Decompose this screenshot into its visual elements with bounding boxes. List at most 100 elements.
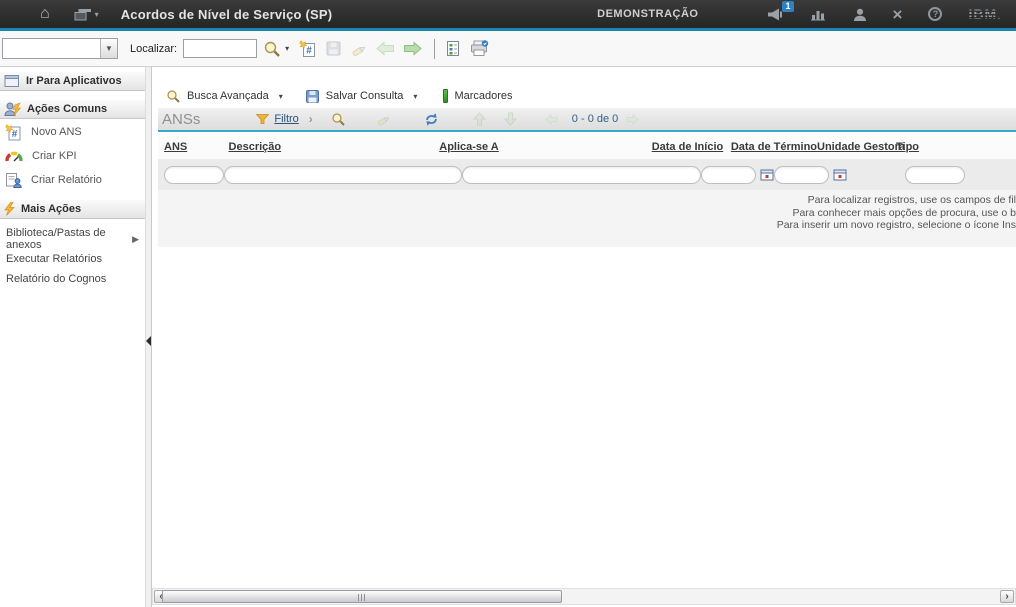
- stacked-windows-icon: [74, 8, 92, 21]
- sidebar-splitter[interactable]: [145, 67, 152, 607]
- filter-input-ans[interactable]: [164, 166, 224, 184]
- grid-search-button[interactable]: [331, 112, 346, 127]
- save-button[interactable]: [325, 40, 342, 57]
- save-query-label: Salvar Consulta: [326, 90, 404, 102]
- sidebar-header-label: Ir Para Aplicativos: [26, 75, 122, 87]
- filter-link-label: Filtro: [274, 113, 298, 125]
- chevron-down-icon: ▾: [95, 10, 99, 19]
- question-icon: ?: [928, 7, 942, 21]
- chevron-down-icon: ▾: [413, 92, 417, 101]
- filter-input-description[interactable]: [224, 166, 462, 184]
- help-button[interactable]: ?: [928, 7, 942, 21]
- new-record-button[interactable]: #: [299, 40, 317, 58]
- clear-changes-button[interactable]: [350, 41, 368, 57]
- calendar-icon[interactable]: [833, 168, 847, 181]
- sidebar-header-label: Mais Ações: [21, 203, 81, 215]
- table-header-row: ANS Descrição Aplica-se A Data de Início…: [158, 134, 1016, 159]
- filter-input-end-date[interactable]: [774, 166, 829, 184]
- sidebar: Ir Para Aplicativos Ações Comuns # Novo …: [0, 67, 145, 607]
- filter-toggle[interactable]: Filtro: [256, 113, 298, 125]
- filter-cell-type: [896, 166, 1016, 184]
- reports-list-button[interactable]: [445, 40, 461, 57]
- save-query-button[interactable]: Salvar Consulta ▾: [305, 89, 418, 104]
- next-page-button[interactable]: [626, 114, 639, 125]
- clear-filter-button[interactable]: [376, 113, 392, 126]
- home-icon[interactable]: ⌂: [40, 6, 50, 22]
- column-header-end-date[interactable]: Data de Término: [731, 141, 817, 153]
- page-title: Acordos de Nível de Serviço (SP): [121, 7, 333, 22]
- scroll-right-button[interactable]: ›: [1000, 590, 1014, 603]
- announcements-button[interactable]: 1: [767, 8, 785, 21]
- find-input[interactable]: [183, 39, 257, 58]
- grid-toolbar: ANSs Filtro › 0 - 0 de 0: [158, 108, 1016, 132]
- query-select[interactable]: ▼: [2, 38, 118, 59]
- app-switcher-button[interactable]: ▾: [74, 8, 99, 21]
- sidebar-item-create-report[interactable]: Criar Relatório: [0, 169, 145, 191]
- find-button[interactable]: [263, 40, 281, 58]
- column-header-type[interactable]: Tipo: [896, 141, 1016, 153]
- sidebar-item-cognos-report[interactable]: Relatório do Cognos: [0, 269, 145, 289]
- arrow-left-icon: [545, 114, 558, 125]
- column-header-description[interactable]: Descrição: [229, 141, 440, 153]
- arrow-right-icon: [403, 41, 422, 56]
- sidebar-header-common-actions[interactable]: Ações Comuns: [0, 99, 145, 119]
- sidebar-item-create-kpi[interactable]: Criar KPI: [0, 145, 145, 167]
- reports-button[interactable]: [811, 8, 827, 21]
- help-text: Para localizar registros, use os campos …: [777, 194, 1016, 232]
- advanced-search-button[interactable]: Busca Avançada ▾: [166, 89, 283, 104]
- combo-arrow-button[interactable]: ▼: [100, 39, 117, 58]
- refresh-button[interactable]: [424, 112, 439, 127]
- gauge-icon: [5, 150, 23, 163]
- environment-label: DEMONSTRAÇÃO: [597, 8, 698, 20]
- column-header-applies-to[interactable]: Aplica-se A: [439, 141, 651, 153]
- arrow-right-icon: [626, 114, 639, 125]
- sidebar-item-attachments[interactable]: Biblioteca/Pastas de anexos ▶: [0, 229, 145, 249]
- bookmarks-button[interactable]: Marcadores: [443, 89, 512, 103]
- bookmark-icon: [443, 89, 448, 103]
- new-record-icon: #: [299, 40, 317, 58]
- sidebar-item-label: Relatório do Cognos: [6, 273, 106, 285]
- arrow-up-icon: [473, 112, 486, 126]
- sidebar-item-run-reports[interactable]: Executar Relatórios: [0, 249, 145, 269]
- column-header-start-date[interactable]: Data de Início: [652, 141, 731, 153]
- chevron-down-icon: ▾: [279, 92, 283, 101]
- person-icon: [853, 8, 867, 21]
- filter-input-start-date[interactable]: [701, 166, 756, 184]
- brand-logo: IBM.: [968, 6, 1002, 22]
- refresh-icon: [424, 112, 439, 127]
- previous-row-button[interactable]: [473, 112, 486, 126]
- save-icon: [325, 40, 342, 57]
- calendar-icon[interactable]: [760, 168, 774, 181]
- bar-chart-icon: [811, 8, 827, 21]
- filter-cell-end-date: [774, 166, 847, 184]
- sidebar-item-label: Executar Relatórios: [6, 253, 102, 265]
- filter-input-type[interactable]: [905, 166, 965, 184]
- sign-out-button[interactable]: ×: [893, 6, 903, 23]
- find-options-button[interactable]: ▾: [285, 44, 289, 53]
- next-record-button[interactable]: [403, 41, 422, 56]
- sidebar-header-more-actions[interactable]: Mais Ações: [0, 199, 145, 219]
- next-row-button[interactable]: [504, 112, 517, 126]
- search-icon: [331, 112, 346, 127]
- filter-input-applies-to[interactable]: [462, 166, 701, 184]
- help-line: Para conhecer mais opções de procura, us…: [777, 207, 1016, 220]
- flyout-arrow-icon: ▶: [132, 234, 139, 245]
- horizontal-scrollbar[interactable]: ‹ ›: [152, 588, 1016, 605]
- query-bar: Busca Avançada ▾ Salvar Consulta ▾ Marca…: [166, 86, 513, 106]
- profile-button[interactable]: [853, 8, 867, 21]
- sidebar-header-go-to-apps[interactable]: Ir Para Aplicativos: [0, 71, 145, 91]
- previous-record-button[interactable]: [376, 41, 395, 56]
- column-header-ans[interactable]: ANS: [164, 141, 229, 153]
- collapse-sidebar-icon[interactable]: [146, 336, 151, 346]
- search-icon: [166, 89, 181, 104]
- column-header-managing-unit[interactable]: Unidade Gestora: [817, 141, 896, 153]
- empty-table-help: Para localizar registros, use os campos …: [158, 190, 1016, 247]
- sidebar-item-new-ans[interactable]: # Novo ANS: [0, 121, 145, 143]
- scrollbar-thumb[interactable]: [162, 590, 562, 603]
- previous-page-button[interactable]: [545, 114, 558, 125]
- filter-cell-applies-to: [462, 166, 701, 184]
- window-icon: [4, 74, 20, 88]
- filter-cell-description: [224, 166, 462, 184]
- print-button[interactable]: [469, 40, 489, 57]
- save-icon: [305, 89, 320, 104]
